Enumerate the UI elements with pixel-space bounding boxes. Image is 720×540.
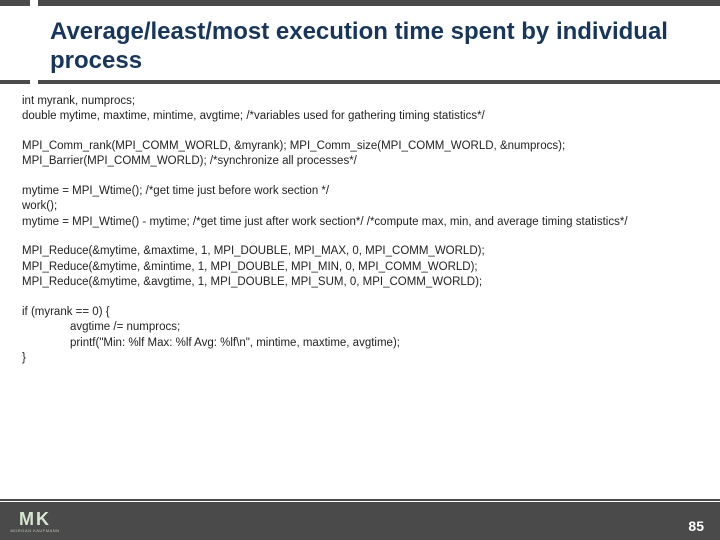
code-paragraph-2: MPI_Comm_rank(MPI_COMM_WORLD, &myrank); … bbox=[22, 139, 700, 170]
footer-bar: MK MORGAN KAUFMANN 85 bbox=[0, 502, 720, 540]
title-rule-top bbox=[0, 0, 720, 6]
slide-content: int myrank, numprocs; double mytime, max… bbox=[0, 84, 720, 367]
code-paragraph-3: mytime = MPI_Wtime(); /*get time just be… bbox=[22, 184, 700, 231]
title-block: Average/least/most execution time spent … bbox=[0, 0, 720, 84]
title-rule-bottom bbox=[0, 80, 720, 84]
logo-main-text: MK bbox=[19, 510, 51, 528]
code-paragraph-5: if (myrank == 0) { avgtime /= numprocs; … bbox=[22, 305, 700, 367]
logo-sub-text: MORGAN KAUFMANN bbox=[10, 528, 59, 533]
footer-rule bbox=[0, 499, 720, 501]
code-paragraph-1: int myrank, numprocs; double mytime, max… bbox=[22, 94, 700, 125]
code-paragraph-4: MPI_Reduce(&mytime, &maxtime, 1, MPI_DOU… bbox=[22, 244, 700, 291]
page-number: 85 bbox=[688, 518, 704, 534]
publisher-logo: MK MORGAN KAUFMANN bbox=[0, 502, 70, 540]
slide-title: Average/least/most execution time spent … bbox=[50, 18, 710, 76]
